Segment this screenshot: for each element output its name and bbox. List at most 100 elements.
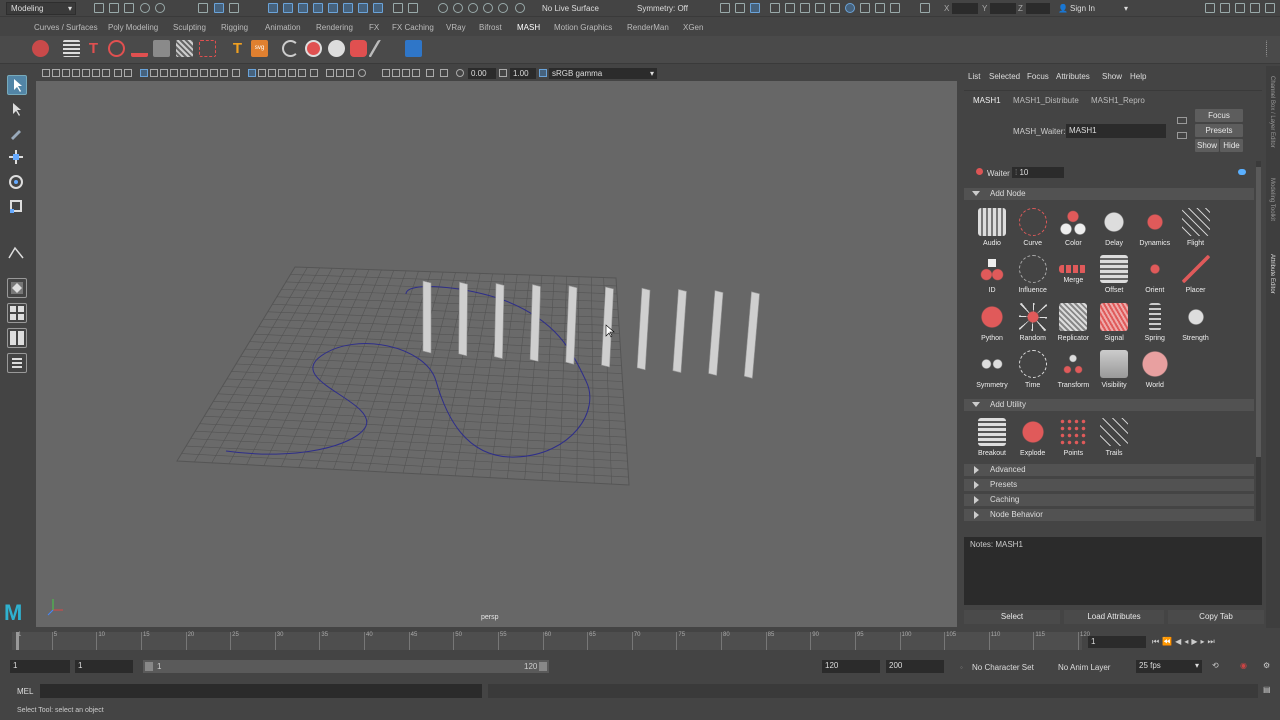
utility-breakout[interactable]: Breakout — [972, 416, 1012, 462]
step-back-icon[interactable]: ◀ — [1175, 637, 1184, 646]
utility-trails[interactable]: Trails — [1094, 416, 1134, 462]
last-tool-icon[interactable] — [7, 244, 27, 264]
x-ray-icon[interactable] — [336, 69, 344, 77]
node-audio[interactable]: Audio — [972, 206, 1012, 252]
fps-dropdown[interactable]: 25 fps ▾ — [1136, 660, 1202, 673]
gamma-field[interactable]: 1.00 — [510, 68, 536, 79]
magnet-icon[interactable] — [438, 3, 448, 13]
node-visibility[interactable]: Visibility — [1094, 348, 1134, 394]
x-ray-joints-icon[interactable] — [346, 69, 354, 77]
gamma-icon[interactable] — [402, 69, 410, 77]
menu-help[interactable]: Help — [1130, 72, 1146, 81]
scatter-icon[interactable] — [199, 40, 216, 57]
view-menu-icon[interactable] — [42, 69, 50, 77]
snap-surface-icon[interactable] — [328, 3, 338, 13]
live-surface-label[interactable]: No Live Surface — [542, 4, 599, 13]
presets-button[interactable]: Presets — [1195, 124, 1243, 137]
mash-instance-bar[interactable] — [422, 280, 432, 354]
range-end-handle[interactable] — [539, 662, 547, 671]
step-back-key-icon[interactable]: ⏪ — [1162, 637, 1175, 646]
menuset-dropdown[interactable]: Modeling ▾ — [6, 2, 76, 15]
sign-in-button[interactable]: Sign In — [1070, 4, 1095, 13]
waiter-count-field[interactable]: ⁞ 10 — [1012, 167, 1064, 178]
view-transform-icon[interactable] — [539, 69, 547, 77]
select-button[interactable]: Select — [964, 610, 1060, 624]
go-to-start-icon[interactable]: ⏮ — [1152, 637, 1162, 646]
render-icon[interactable] — [875, 3, 885, 13]
wireframe-on-shaded-icon[interactable] — [220, 69, 228, 77]
time-slider[interactable]: 1 5 10 15 20 25 30 35 40 45 50 55 60 65 70 75 80 85 90 95 10… — [0, 628, 1280, 654]
range-slider[interactable]: 1 120 — [143, 660, 549, 673]
node-placer[interactable]: Placer — [1176, 253, 1216, 299]
mash-instance-bar[interactable] — [494, 283, 505, 359]
playback-start-field[interactable]: 1 — [75, 660, 133, 673]
shadows-icon[interactable] — [268, 69, 276, 77]
menu-show[interactable]: Show — [1102, 72, 1122, 81]
node-merge[interactable]: Merge — [1053, 253, 1093, 299]
default-material-icon[interactable] — [232, 69, 240, 77]
redo-icon[interactable] — [155, 3, 165, 13]
node-flight[interactable]: Flight — [1176, 206, 1216, 252]
mash-instance-bar[interactable] — [708, 290, 724, 376]
undo-icon[interactable] — [140, 3, 150, 13]
shelf-tab-fx[interactable]: FX — [369, 23, 379, 32]
node-orient[interactable]: Orient — [1135, 253, 1175, 299]
magnet-icon[interactable] — [468, 3, 478, 13]
mash-instance-bar[interactable] — [672, 289, 687, 373]
shelf-tab-rigging[interactable]: Rigging — [221, 23, 248, 32]
channel-box-icon[interactable] — [1250, 3, 1260, 13]
gamma-reset-icon[interactable] — [499, 69, 507, 77]
film-gate-icon[interactable] — [124, 69, 132, 77]
x-field[interactable] — [952, 3, 978, 14]
menu-attributes[interactable]: Attributes — [1056, 72, 1090, 81]
shelf-tab-vray[interactable]: VRay — [446, 23, 466, 32]
show-button[interactable]: Show — [1195, 139, 1219, 152]
command-input[interactable] — [40, 684, 482, 698]
node-spring[interactable]: Spring — [1135, 301, 1175, 347]
loop-icon[interactable]: ⟲ — [1212, 661, 1219, 670]
character-set-dropdown[interactable]: No Character Set — [972, 663, 1034, 672]
select-component-icon[interactable] — [229, 3, 239, 13]
step-forward-icon[interactable]: ▸ — [1201, 637, 1208, 646]
script-editor-icon[interactable]: ▤ — [1263, 685, 1271, 694]
add-node-header[interactable]: Add Node — [964, 188, 1254, 200]
add-utility-header[interactable]: Add Utility — [964, 399, 1254, 411]
waiter-name-field[interactable]: MASH1 — [1066, 124, 1166, 138]
current-frame-field[interactable]: 1 — [1088, 636, 1146, 648]
magnet-icon[interactable] — [453, 3, 463, 13]
snap-vertex-icon[interactable] — [343, 3, 353, 13]
presets-small-icon[interactable] — [1177, 132, 1187, 139]
node-offset[interactable]: Offset — [1094, 253, 1134, 299]
single-perspective-layout-icon[interactable] — [7, 278, 27, 298]
preferences-icon[interactable]: ⚙ — [1263, 661, 1270, 670]
pause-icon[interactable] — [890, 3, 900, 13]
outliner-icon[interactable] — [1265, 3, 1275, 13]
select-object-icon[interactable] — [214, 3, 224, 13]
mash-create-icon[interactable] — [32, 40, 49, 57]
shelf-tab-fx-caching[interactable]: FX Caching — [392, 23, 434, 32]
shelf-tab-xgen[interactable]: XGen — [683, 23, 703, 32]
play-icon[interactable]: ▶ — [1191, 637, 1200, 646]
y-field[interactable] — [990, 3, 1016, 14]
depth-of-field-icon[interactable] — [310, 69, 318, 77]
go-to-end-icon[interactable]: ⏭ — [1208, 637, 1218, 646]
rotate-tool-icon[interactable] — [7, 173, 27, 193]
node-curve[interactable]: Curve — [1013, 206, 1053, 252]
caching-header[interactable]: Caching — [964, 494, 1254, 506]
node-replicator[interactable]: Replicator — [1053, 301, 1093, 347]
gate-mask-icon[interactable] — [160, 69, 168, 77]
node-id[interactable]: ID — [972, 253, 1012, 299]
field-chart-icon[interactable] — [170, 69, 178, 77]
shelf-tab-motion-graphics[interactable]: Motion Graphics — [554, 23, 612, 32]
hide-button[interactable]: Hide — [1220, 139, 1243, 152]
grid-icon[interactable] — [176, 40, 193, 57]
focus-small-icon[interactable] — [1177, 117, 1187, 124]
open-scene-icon[interactable] — [109, 3, 119, 13]
use-all-lights-icon[interactable] — [258, 69, 266, 77]
lasso-tool-icon[interactable] — [7, 100, 27, 120]
grid-icon[interactable] — [114, 69, 122, 77]
safe-title-icon[interactable] — [190, 69, 198, 77]
exposure-field[interactable]: 0.00 — [468, 68, 496, 79]
node-python[interactable]: Python — [972, 301, 1012, 347]
utility-points[interactable]: Points — [1053, 416, 1093, 462]
